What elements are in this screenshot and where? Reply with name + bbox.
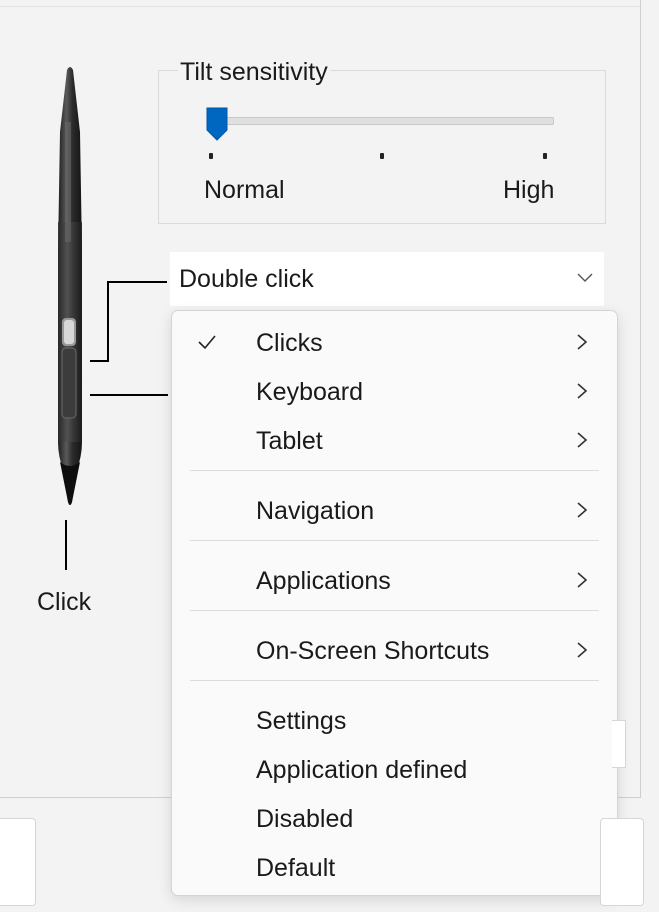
menu-item-label: Navigation	[256, 497, 375, 525]
menu-item-tablet[interactable]: Tablet	[172, 419, 617, 463]
pen-illustration	[40, 62, 100, 512]
menu-item-application-defined[interactable]: Application defined	[172, 748, 617, 792]
slider-tick	[380, 153, 384, 159]
connector-tip	[65, 520, 67, 570]
slider-tick	[543, 153, 547, 159]
menu-item-label: Tablet	[256, 427, 323, 455]
chevron-right-icon	[577, 642, 588, 658]
menu-item-label: Applications	[256, 567, 391, 595]
menu-separator	[190, 610, 599, 611]
menu-item-applications[interactable]: Applications	[172, 559, 617, 603]
menu-separator	[190, 470, 599, 471]
menu-item-on-screen-shortcuts[interactable]: On-Screen Shortcuts	[172, 629, 617, 673]
slider-min-label: Normal	[204, 176, 285, 204]
menu-item-label: Clicks	[256, 329, 323, 357]
menu-item-label: Keyboard	[256, 378, 364, 406]
connector-upper-vertical	[107, 281, 109, 362]
menu-separator	[190, 680, 599, 681]
menu-item-label: Settings	[256, 707, 347, 735]
menu-item-label: Disabled	[256, 805, 354, 833]
divider	[0, 6, 640, 7]
connector-lower	[90, 394, 168, 396]
menu-item-navigation[interactable]: Navigation	[172, 489, 617, 533]
chevron-right-icon	[577, 383, 588, 399]
menu-item-label: Application defined	[256, 756, 468, 784]
checkmark-icon	[198, 335, 216, 350]
menu-item-settings[interactable]: Settings	[172, 699, 617, 743]
menu-item-default[interactable]: Default	[172, 846, 617, 890]
dropdown-selected-value: Double click	[179, 265, 314, 293]
chevron-right-icon	[577, 432, 588, 448]
background-button[interactable]	[0, 818, 36, 906]
chevron-right-icon	[577, 334, 588, 350]
tilt-slider-track[interactable]	[208, 117, 554, 125]
button-function-dropdown[interactable]: Double click	[170, 252, 604, 306]
chevron-right-icon	[577, 502, 588, 518]
slider-tick	[209, 153, 213, 159]
menu-item-label: On-Screen Shortcuts	[256, 637, 490, 665]
tilt-slider-thumb[interactable]	[205, 106, 229, 142]
connector-upper-horizontal	[90, 360, 108, 362]
pen-icon	[58, 67, 82, 505]
connector-upper-top	[107, 281, 167, 283]
tip-button-label: Click	[37, 588, 92, 616]
chevron-right-icon	[577, 572, 588, 588]
chevron-down-icon	[577, 273, 593, 282]
menu-item-keyboard[interactable]: Keyboard	[172, 370, 617, 414]
tilt-sensitivity-title: Tilt sensitivity	[178, 58, 330, 87]
menu-item-disabled[interactable]: Disabled	[172, 797, 617, 841]
function-menu: Clicks Keyboard Tablet Navigation Applic…	[171, 310, 618, 896]
background-button[interactable]	[612, 720, 626, 768]
menu-separator	[190, 540, 599, 541]
slider-max-label: High	[503, 176, 555, 204]
menu-item-clicks[interactable]: Clicks	[172, 321, 617, 365]
background-button[interactable]	[600, 818, 644, 906]
menu-item-label: Default	[256, 854, 336, 882]
